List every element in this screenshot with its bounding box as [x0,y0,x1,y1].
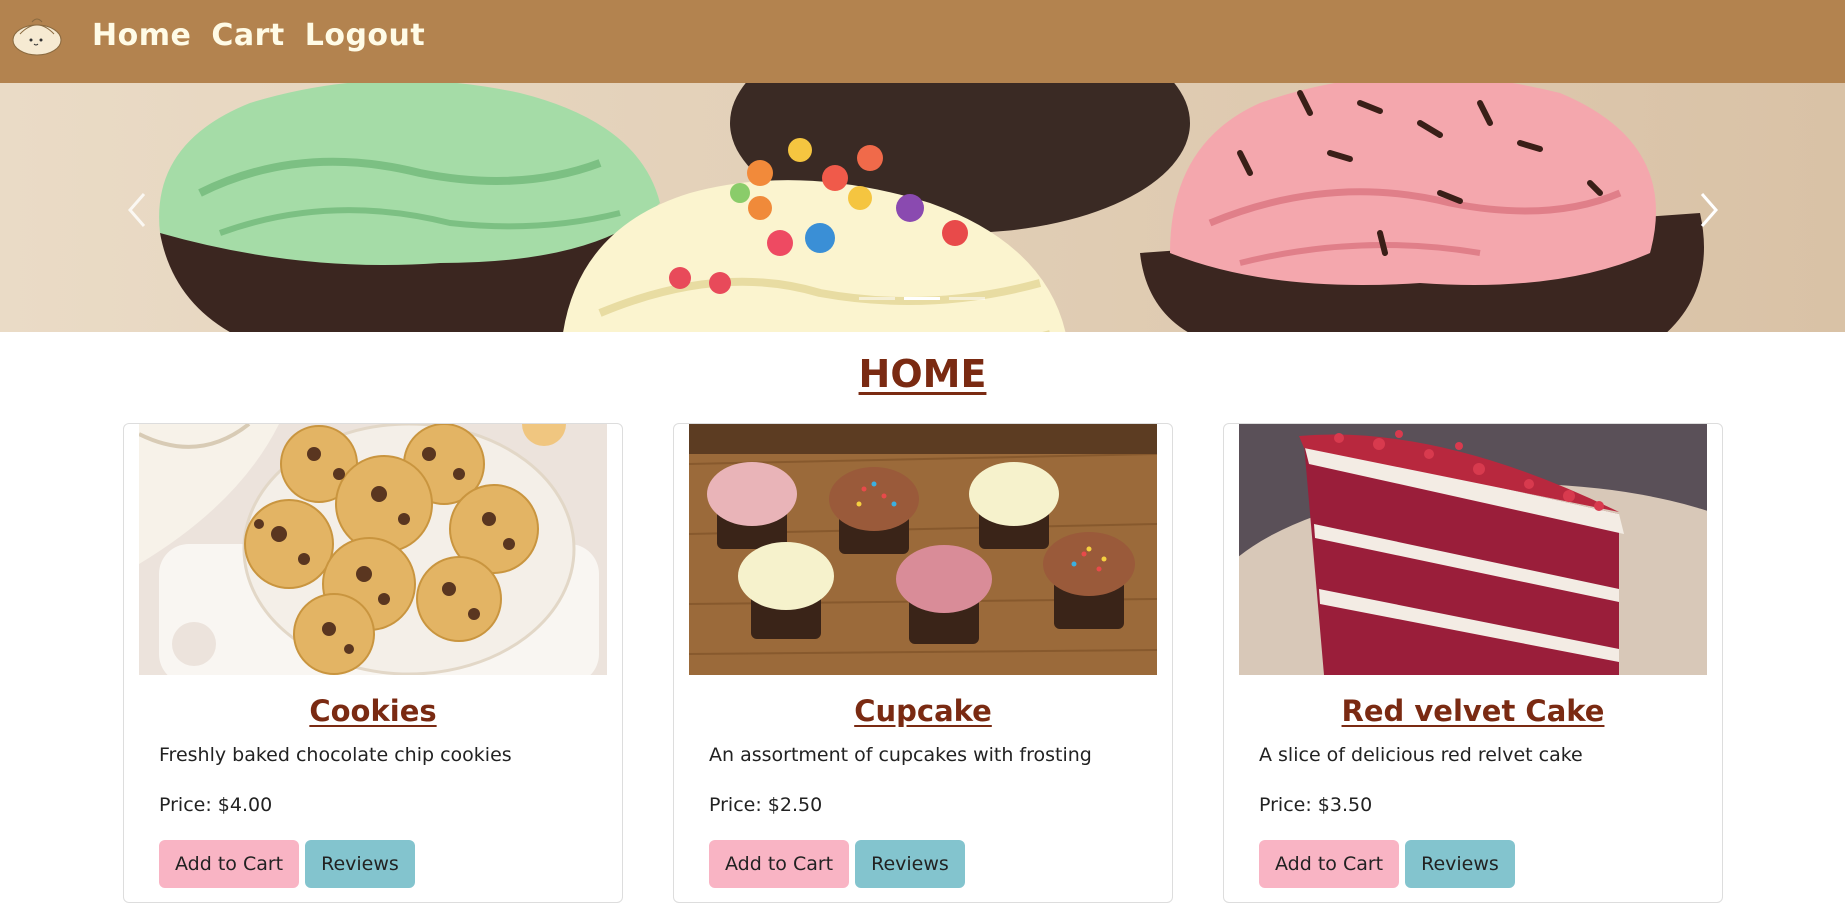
product-actions: Add to Cart Reviews [1259,840,1515,888]
product-price: Price: $3.50 [1259,794,1373,816]
carousel-next-icon[interactable] [1688,188,1728,232]
red-velvet-cake-image [1239,424,1707,675]
product-card-cookies: Cookies Freshly baked chocolate chip coo… [123,423,623,903]
cupcakes-banner-image [0,83,1845,332]
nav-logout-link[interactable]: Logout [305,18,426,53]
carousel-indicator-3[interactable] [949,297,985,300]
product-card-red-velvet-cake: Red velvet Cake A slice of delicious red… [1223,423,1723,903]
reviews-button[interactable]: Reviews [855,840,965,888]
page-title: HOME [858,352,987,396]
product-name-link[interactable]: Red velvet Cake [1224,694,1722,728]
cookies-image [139,424,607,675]
product-description: An assortment of cupcakes with frosting [709,744,1092,766]
carousel-indicator-2[interactable] [904,297,940,300]
nav-home-link[interactable]: Home [92,18,191,53]
nav-cart-link[interactable]: Cart [211,18,284,53]
add-to-cart-button[interactable]: Add to Cart [159,840,300,888]
cupcake-image [689,424,1157,675]
reviews-button[interactable]: Reviews [1405,840,1515,888]
carousel-indicators [859,297,985,300]
product-description: A slice of delicious red relvet cake [1259,744,1583,766]
reviews-button[interactable]: Reviews [305,840,415,888]
carousel-prev-icon[interactable] [118,188,158,232]
product-name-link[interactable]: Cookies [124,694,622,728]
product-description: Freshly baked chocolate chip cookies [159,744,512,766]
product-price: Price: $4.00 [159,794,273,816]
add-to-cart-button[interactable]: Add to Cart [709,840,850,888]
carousel-indicator-1[interactable] [859,297,895,300]
product-price: Price: $2.50 [709,794,823,816]
product-actions: Add to Cart Reviews [709,840,965,888]
navbar: Home Cart Logout [0,0,1845,83]
nav-links: Home Cart Logout [92,18,425,53]
hero-carousel [0,83,1845,332]
product-actions: Add to Cart Reviews [159,840,415,888]
product-name-link[interactable]: Cupcake [674,694,1172,728]
product-card-cupcake: Cupcake An assortment of cupcakes with f… [673,423,1173,903]
bakery-logo-icon[interactable] [10,14,64,56]
add-to-cart-button[interactable]: Add to Cart [1259,840,1400,888]
